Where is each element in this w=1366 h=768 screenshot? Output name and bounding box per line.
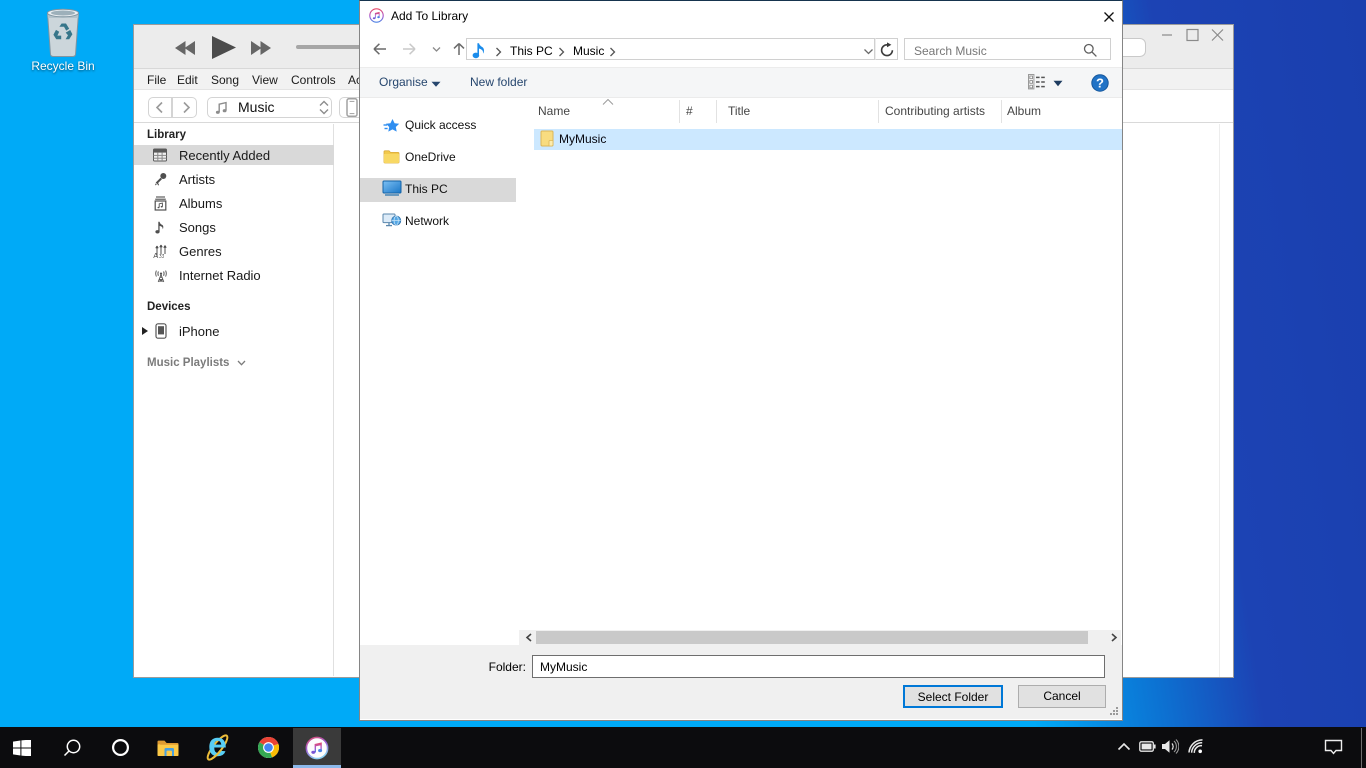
- svg-text:ᶾᶾ: ᶾᶾ: [159, 254, 165, 260]
- svg-text:?: ?: [1096, 76, 1104, 91]
- svg-text:A: A: [153, 251, 158, 259]
